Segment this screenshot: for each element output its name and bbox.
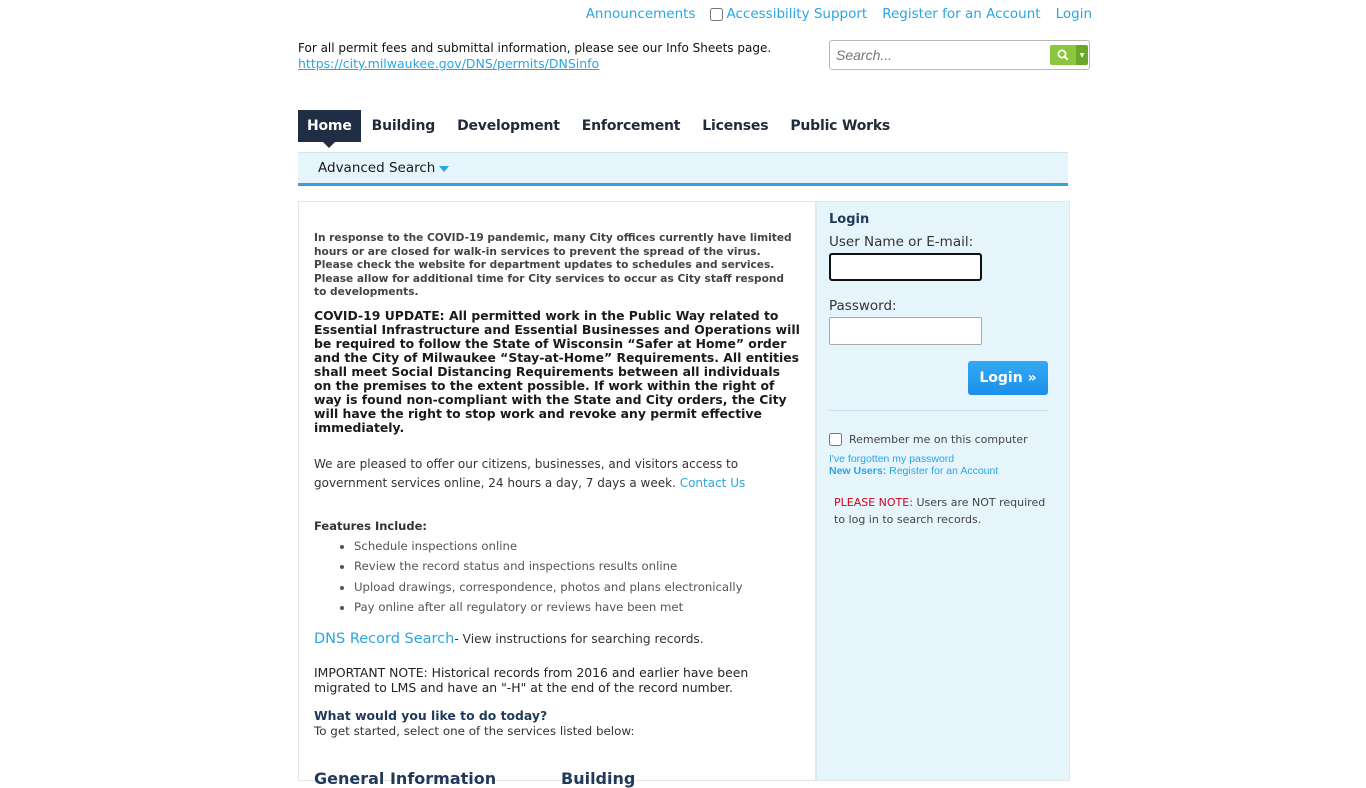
service-general-information[interactable]: General Information <box>314 769 561 788</box>
features-heading: Features Include: <box>314 518 427 533</box>
login-link[interactable]: Login <box>1056 6 1092 22</box>
accessibility-support[interactable]: Accessibility Support <box>710 6 867 22</box>
features-list: Schedule inspections online Review the r… <box>314 536 800 617</box>
top-links: Announcements Accessibility Support Regi… <box>586 6 1092 22</box>
login-button[interactable]: Login » <box>968 361 1048 395</box>
feature-item: Schedule inspections online <box>354 536 800 556</box>
search-input[interactable] <box>830 42 1050 68</box>
advanced-search-label: Advanced Search <box>318 160 436 176</box>
feature-item: Review the record status and inspections… <box>354 556 800 576</box>
tab-licenses[interactable]: Licenses <box>691 110 779 142</box>
tab-development[interactable]: Development <box>446 110 571 142</box>
todo-subtext: To get started, select one of the servic… <box>314 724 635 739</box>
dns-record-search: DNS Record Search- View instructions for… <box>314 631 800 647</box>
service-building[interactable]: Building <box>561 769 635 788</box>
feature-item: Pay online after all regulatory or revie… <box>354 597 800 617</box>
forgot-password-link[interactable]: I've forgotten my password <box>829 453 1057 465</box>
important-note: IMPORTANT NOTE: Historical records from … <box>314 665 749 696</box>
accessibility-support-link[interactable]: Accessibility Support <box>726 6 867 22</box>
contact-us-link[interactable]: Contact Us <box>680 476 746 490</box>
info-sheets-notice: For all permit fees and submittal inform… <box>298 41 771 72</box>
sub-nav: Advanced Search <box>298 152 1068 186</box>
new-users-label: New Users: <box>829 465 887 477</box>
login-note: PLEASE NOTE: Users are NOT required to l… <box>834 494 1057 528</box>
services-list: General Information Building <box>314 769 800 788</box>
caret-down-icon <box>439 166 450 172</box>
remember-me-checkbox[interactable] <box>829 433 842 446</box>
password-input[interactable] <box>829 317 982 345</box>
covid-notice: In response to the COVID-19 pandemic, ma… <box>314 232 792 299</box>
password-label: Password: <box>829 298 897 314</box>
info-sheets-link[interactable]: https://city.milwaukee.gov/DNS/permits/D… <box>298 56 599 71</box>
username-label: User Name or E-mail: <box>829 234 974 250</box>
feature-item: Upload drawings, correspondence, photos … <box>354 577 800 597</box>
tab-building[interactable]: Building <box>361 110 446 142</box>
main-nav: Home Building Development Enforcement Li… <box>298 110 901 148</box>
announcements-link[interactable]: Announcements <box>586 6 696 22</box>
welcome-message: We are pleased to offer our citizens, bu… <box>314 456 739 490</box>
username-input[interactable] <box>829 253 982 281</box>
tab-enforcement[interactable]: Enforcement <box>571 110 691 142</box>
covid-update: COVID-19 UPDATE: All permitted work in t… <box>314 307 800 435</box>
login-panel: Login User Name or E-mail: Password: Log… <box>816 201 1070 781</box>
caret-down-icon: ▼ <box>1079 51 1085 59</box>
divider <box>829 410 1048 411</box>
dns-record-search-link[interactable]: DNS Record Search <box>314 631 454 647</box>
dns-record-search-text: - View instructions for searching record… <box>454 632 704 647</box>
global-search: ▼ <box>829 40 1090 70</box>
accessibility-checkbox[interactable] <box>710 7 724 21</box>
tab-public-works[interactable]: Public Works <box>779 110 901 142</box>
advanced-search-menu[interactable]: Advanced Search <box>318 160 450 176</box>
register-link[interactable]: Register for an Account <box>882 6 1040 22</box>
login-title: Login <box>829 212 870 227</box>
register-account-link[interactable]: Register for an Account <box>889 465 998 477</box>
remember-me[interactable]: Remember me on this computer <box>829 433 1057 446</box>
todo-heading: What would you like to do today? <box>314 708 548 724</box>
search-options-button[interactable]: ▼ <box>1076 45 1088 65</box>
note-label: PLEASE NOTE: <box>834 496 913 509</box>
search-button[interactable] <box>1050 45 1076 65</box>
account-links: I've forgotten my password New Users: Re… <box>829 453 1057 477</box>
welcome-text: We are pleased to offer our citizens, bu… <box>314 455 800 493</box>
search-icon <box>1057 49 1069 61</box>
main-content: In response to the COVID-19 pandemic, ma… <box>298 201 816 788</box>
remember-me-label: Remember me on this computer <box>849 433 1028 446</box>
info-sheets-text: For all permit fees and submittal inform… <box>298 41 772 55</box>
tab-home[interactable]: Home <box>298 110 361 148</box>
